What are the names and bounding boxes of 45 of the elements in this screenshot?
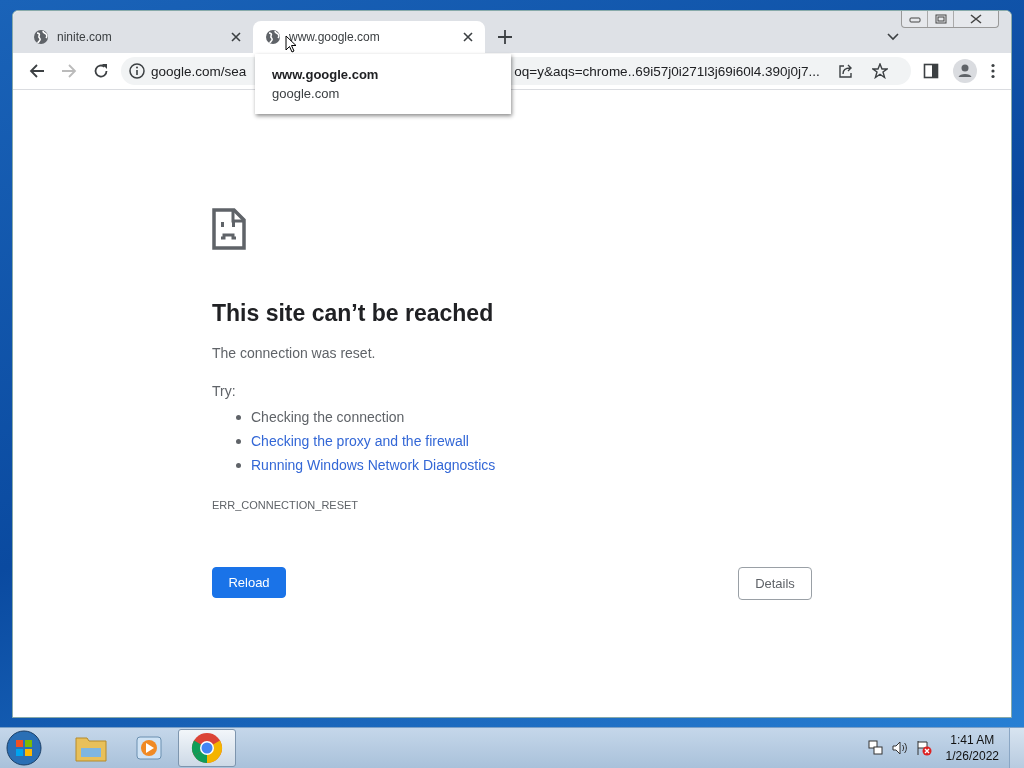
profile-icon[interactable] (953, 59, 977, 83)
close-tab-icon[interactable] (463, 32, 473, 42)
reload-button[interactable]: Reload (212, 567, 286, 598)
url-text: google.com/sea (151, 63, 247, 79)
clock-date[interactable]: 1/26/2022 (945, 749, 999, 763)
folder-icon (75, 734, 107, 762)
minimize-icon[interactable] (908, 15, 921, 23)
chrome-icon (191, 732, 223, 764)
close-icon[interactable] (970, 14, 982, 24)
suggestion-text: Checking the connection (251, 409, 405, 425)
error-code: ERR_CONNECTION_RESET (212, 499, 360, 511)
tab-search-chevron-icon[interactable] (887, 33, 899, 41)
error-heading: This site can’t be reached (212, 300, 495, 327)
start-orb-icon[interactable] (6, 730, 42, 766)
close-tab-icon[interactable] (231, 32, 241, 42)
tab-title: www.google.com (289, 30, 381, 44)
sad-page-icon (212, 208, 246, 250)
clock-time[interactable]: 1:41 AM (950, 733, 995, 747)
star-icon[interactable] (871, 63, 888, 79)
volume-icon[interactable] (891, 740, 908, 756)
globe-icon (33, 29, 49, 45)
hover-card-host: google.com (272, 86, 341, 101)
hover-card-title: www.google.com (272, 67, 380, 82)
network-icon[interactable] (867, 740, 884, 756)
globe-icon (265, 29, 281, 45)
info-icon[interactable] (129, 63, 145, 79)
media-player-icon (135, 734, 163, 762)
try-label: Try: (212, 383, 237, 399)
url-text: oq=y&aqs=chrome..69i57j0i271l3j69i60l4.390j0j7... (514, 63, 820, 79)
suggestion-link[interactable]: Checking the proxy and the firewall (251, 433, 469, 449)
browser-tab[interactable]: www.google.com (253, 21, 485, 53)
error-message: The connection was reset. (212, 345, 377, 361)
details-button[interactable]: Details (738, 567, 812, 600)
restore-icon[interactable] (934, 14, 947, 24)
browser-tab[interactable]: ninite.com (21, 21, 253, 53)
menu-icon[interactable] (991, 63, 995, 79)
new-tab-icon[interactable] (498, 30, 512, 44)
flag-error-icon[interactable] (915, 740, 932, 756)
tab-title: ninite.com (57, 30, 113, 44)
taskbar-app-button[interactable] (178, 729, 236, 767)
suggestion-link[interactable]: Running Windows Network Diagnostics (251, 457, 496, 473)
side-panel-icon[interactable] (923, 63, 939, 79)
share-icon[interactable] (837, 63, 854, 79)
back-icon[interactable] (29, 63, 45, 79)
reload-icon[interactable] (93, 63, 109, 79)
